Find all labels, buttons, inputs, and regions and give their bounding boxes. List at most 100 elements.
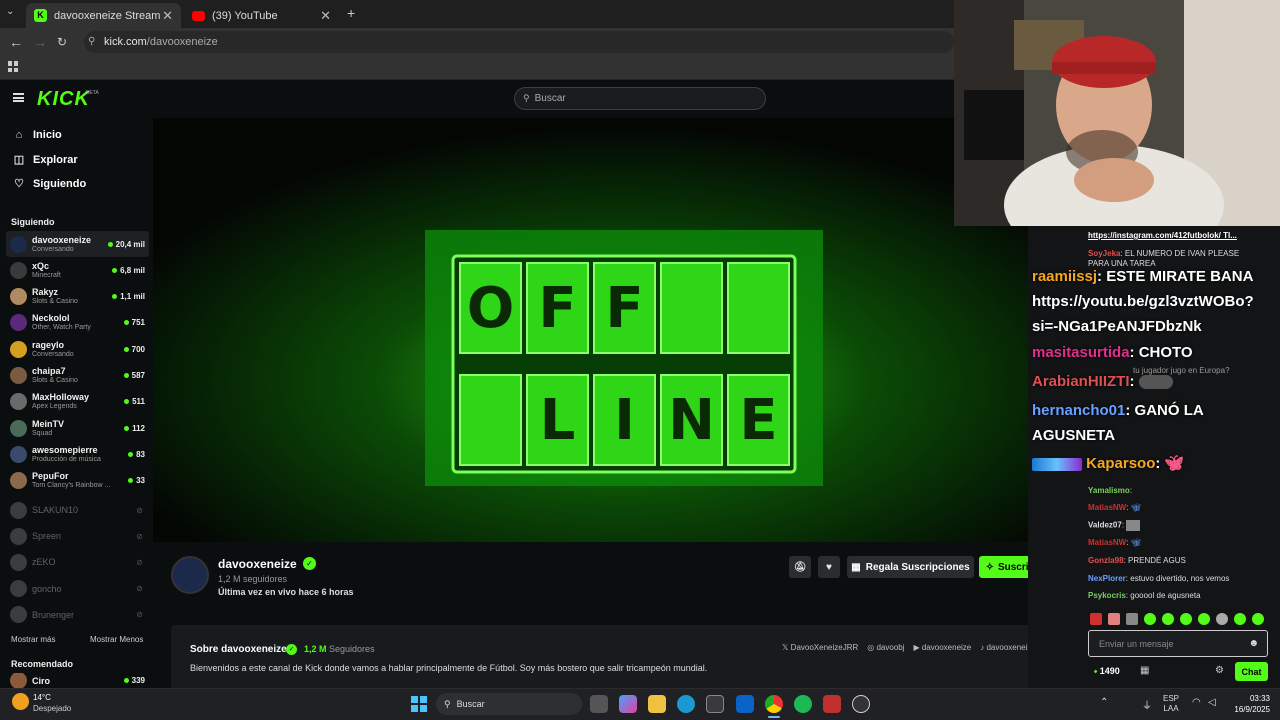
emote-icon[interactable] — [1144, 613, 1156, 625]
offline-letter-tile — [727, 262, 790, 354]
kick-logo[interactable]: KICK — [37, 88, 90, 111]
weather-temp[interactable]: 14°C — [33, 693, 51, 702]
url-bar[interactable]: ⚲ kick.com/davooxeneize — [84, 31, 954, 53]
mic-icon[interactable]: ⏚ — [1142, 697, 1152, 712]
chat-pinned-link[interactable]: https://instagram.com/412futbolok/ Tl... — [1088, 231, 1237, 240]
chat-send-button[interactable]: Chat — [1235, 662, 1268, 681]
chat-message-large: masitasurtida: CHOTO — [1032, 344, 1193, 361]
sidebar-channel[interactable]: xQc Minecraft 6,8 mil — [6, 257, 149, 283]
social-x[interactable]: 𝕏 DavooXeneizeJRR — [782, 643, 858, 652]
file-explorer-icon[interactable] — [648, 695, 666, 713]
sidebar-channel[interactable]: Neckolol Other, Watch Party 751 — [6, 310, 149, 336]
language-indicator[interactable]: ESP LAA — [1163, 694, 1179, 714]
sidebar-channel-offline[interactable]: goncho ⊘ — [6, 576, 149, 602]
clock[interactable]: 03:33 16/9/2025 — [1226, 693, 1270, 715]
sidebar-channel-offline[interactable]: Spreen ⊘ — [6, 523, 149, 549]
wifi-icon[interactable]: ◠ — [1192, 697, 1201, 708]
task-view-icon[interactable] — [590, 695, 608, 713]
search-icon: ⚲ — [523, 93, 530, 103]
channel-name: Neckolol — [32, 313, 70, 324]
channel-points[interactable]: ⬩ 1490 — [1094, 666, 1120, 677]
sidebar-channel[interactable]: awesomepierre Producción de música 83 — [6, 441, 149, 467]
back-icon[interactable]: ← — [9, 34, 23, 50]
spotify-icon[interactable] — [794, 695, 812, 713]
chat-settings-gear-icon[interactable]: ⚙ — [1215, 665, 1224, 676]
emote-icon[interactable] — [1198, 613, 1210, 625]
site-info-icon[interactable]: ⚲ — [88, 36, 95, 47]
sidebar-channel[interactable]: rageylo Conversando 700 — [6, 336, 149, 362]
channel-category: Slots & Casino — [32, 377, 78, 384]
hamburger-menu-icon[interactable] — [13, 93, 24, 102]
live-dot-icon — [123, 320, 129, 326]
offline-icon: ⊘ — [136, 531, 143, 541]
social-instagram[interactable]: ◎ davoobj — [867, 643, 904, 652]
emote-icon[interactable] — [1234, 613, 1246, 625]
live-dot-icon — [128, 451, 134, 457]
channel-name[interactable]: davooxeneize — [218, 557, 297, 571]
tab-youtube[interactable]: (39) YouTube ✕ — [184, 3, 339, 28]
offline-letter-tile — [660, 262, 723, 354]
obs-icon[interactable] — [852, 695, 870, 713]
channel-avatar[interactable] — [171, 556, 209, 594]
social-youtube[interactable]: ▶ davooxeneize — [914, 643, 972, 652]
chat-message: Psykocris: gooool de agusneta — [1088, 591, 1201, 600]
sidebar-channel[interactable]: MeinTV Squad 112 — [6, 415, 149, 441]
emote-picker-icon[interactable]: ☻ — [1248, 638, 1259, 649]
tab-kick[interactable]: K davooxeneize Stream - Watch L ✕ — [26, 3, 181, 28]
edge-icon[interactable] — [677, 695, 695, 713]
emote-icon — [1126, 520, 1141, 531]
channel-text: chaipa7 Slots & Casino — [32, 366, 78, 385]
copilot-icon[interactable] — [619, 695, 637, 713]
avatar — [10, 501, 27, 519]
volume-icon[interactable]: ◁ — [1208, 697, 1216, 708]
emote-icon[interactable] — [1090, 613, 1102, 625]
emote-icon[interactable] — [1252, 613, 1264, 625]
nav-siguiendo[interactable]: ♡ Siguiendo — [11, 177, 86, 191]
emote-icon[interactable] — [1216, 613, 1228, 625]
new-tab-icon[interactable]: + — [347, 5, 355, 21]
sidebar-channel[interactable]: davooxeneize Conversando 20,4 mil — [6, 231, 149, 257]
about-followers: 1,2 M Seguidores — [304, 644, 375, 654]
avatar — [10, 580, 27, 598]
emote-icon[interactable] — [1126, 613, 1138, 625]
nav-inicio[interactable]: ⌂ Inicio — [11, 129, 62, 141]
emote-icon[interactable] — [1108, 613, 1120, 625]
sidebar-channel-offline[interactable]: zEKO ⊘ — [6, 549, 149, 575]
offline-icon: ⊘ — [136, 610, 143, 620]
emote-icon[interactable] — [1162, 613, 1174, 625]
sidebar-channel[interactable]: MaxHolloway Apex Legends 511 — [6, 389, 149, 415]
gift-subs-button[interactable]: ▦ Regala Suscripciones — [847, 556, 974, 578]
sidebar-channel[interactable]: PepuFor Tom Clancy's Rainbow ... 33 — [6, 468, 149, 494]
notifications-button[interactable]: 🔕︎ — [789, 556, 811, 578]
calendar-icon[interactable]: ▦ — [1140, 665, 1149, 676]
channel-name: Rakyz — [32, 287, 59, 298]
sidebar-channel-offline[interactable]: Brunenger ⊘ — [6, 602, 149, 628]
show-less-link[interactable]: Mostrar Menos — [90, 635, 143, 644]
close-tab-icon[interactable]: ✕ — [320, 8, 331, 24]
close-tab-icon[interactable]: ✕ — [162, 8, 173, 24]
recommended-channel[interactable]: Ciro 339 — [6, 673, 149, 688]
forward-icon[interactable]: → — [33, 34, 47, 50]
store-icon[interactable] — [706, 695, 724, 713]
emote-icon[interactable] — [1180, 613, 1192, 625]
taskbar-search[interactable]: ⚲ Buscar — [436, 693, 582, 715]
avatar — [10, 367, 27, 384]
show-more-link[interactable]: Mostrar más — [11, 635, 55, 644]
sidebar-channel[interactable]: Rakyz Slots & Casino 1,1 mil — [6, 284, 149, 310]
app-icon[interactable] — [823, 695, 841, 713]
windows-start-icon[interactable] — [411, 696, 427, 712]
follow-heart-button[interactable]: ♥ — [818, 556, 840, 578]
offline-letter-tile: E — [727, 374, 790, 466]
chat-input[interactable]: Enviar un mensaje ☻ — [1088, 630, 1268, 657]
sidebar-channel-offline[interactable]: SLAKUN10 ⊘ — [6, 497, 149, 523]
apps-grid-icon[interactable] — [8, 61, 19, 72]
tray-chevron-icon[interactable]: ⌃ — [1100, 697, 1108, 708]
sidebar-channel[interactable]: chaipa7 Slots & Casino 587 — [6, 363, 149, 389]
reload-icon[interactable]: ↻ — [57, 35, 67, 49]
tab-menu-chevron-icon[interactable]: ⌄ — [6, 6, 14, 17]
nav-explorar[interactable]: ◫ Explorar — [11, 153, 78, 167]
outlook-icon[interactable] — [736, 695, 754, 713]
channel-name: Brunenger — [32, 609, 75, 620]
chrome-icon[interactable] — [765, 695, 783, 713]
search-input[interactable]: ⚲ Buscar — [514, 87, 766, 110]
